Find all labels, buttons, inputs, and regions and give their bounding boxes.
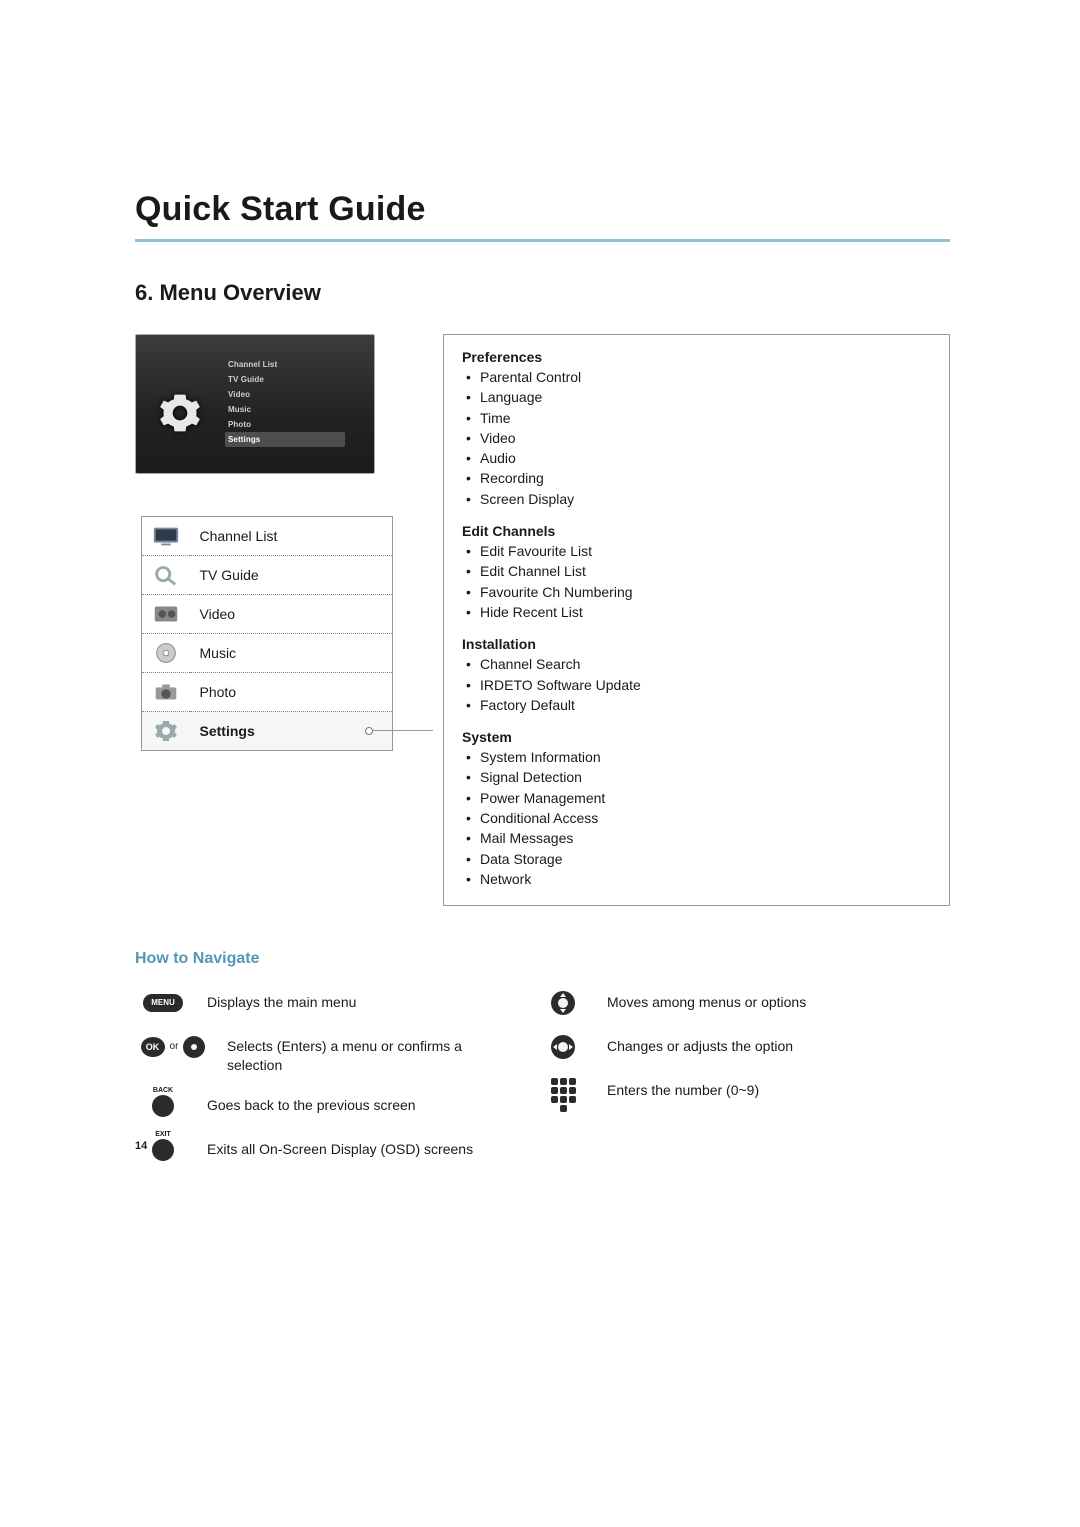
navigate-right-col: Moves among menus or options Changes or … [535, 990, 875, 1181]
nav-desc: Displays the main menu [207, 990, 475, 1012]
exit-button-icon [152, 1139, 174, 1161]
nav-row: Enters the number (0~9) [535, 1078, 875, 1112]
screenshot-menu-list: Channel List TV Guide Video Music Photo … [228, 357, 374, 447]
table-row: Music [142, 634, 393, 673]
search-icon [150, 563, 182, 587]
screenshot-menu-item: Channel List [228, 357, 374, 372]
list-item: System Information [462, 747, 931, 767]
list-item: Language [462, 387, 931, 407]
navigate-left-col: MENU Displays the main menu OK or Select… [135, 990, 475, 1181]
list-item: Signal Detection [462, 767, 931, 787]
group-title: Installation [462, 636, 931, 652]
screenshot-menu-item-selected: Settings [225, 432, 345, 447]
table-row: Channel List [142, 517, 393, 556]
numpad-icon [551, 1078, 576, 1112]
left-column: Channel List TV Guide Video Music Photo … [135, 334, 405, 751]
dpad-vertical-icon [551, 991, 575, 1015]
menu-label: TV Guide [190, 556, 393, 595]
page: Quick Start Guide 6. Menu Overview Chann… [0, 0, 1080, 1181]
list-item: Recording [462, 468, 931, 488]
list-item: Edit Channel List [462, 561, 931, 581]
screenshot-menu-item: Music [228, 402, 374, 417]
gear-icon [158, 391, 202, 435]
nav-desc: Changes or adjusts the option [607, 1034, 875, 1056]
section-heading: 6. Menu Overview [135, 280, 950, 306]
disc-icon [150, 641, 182, 665]
list-item: Network [462, 869, 931, 889]
menu-label-settings: Settings [190, 712, 393, 751]
navigate-grid: MENU Displays the main menu OK or Select… [135, 990, 950, 1181]
list-item: Edit Favourite List [462, 541, 931, 561]
group-list: Edit Favourite List Edit Channel List Fa… [462, 541, 931, 622]
menu-overview: Channel List TV Guide Video Music Photo … [135, 334, 950, 906]
menu-label: Photo [190, 673, 393, 712]
group-list: System Information Signal Detection Powe… [462, 747, 931, 889]
ok-button-icon: OK [141, 1037, 165, 1057]
camera-icon [150, 680, 182, 704]
film-icon [150, 602, 182, 626]
nav-desc: Goes back to the previous screen [207, 1093, 475, 1115]
list-item: Screen Display [462, 489, 931, 509]
gear-icon [150, 719, 182, 743]
list-item: Conditional Access [462, 808, 931, 828]
or-label: or [170, 1040, 179, 1054]
dpad-horizontal-icon [551, 1035, 575, 1059]
list-item: Favourite Ch Numbering [462, 582, 931, 602]
group-list: Parental Control Language Time Video Aud… [462, 367, 931, 509]
list-item: Audio [462, 448, 931, 468]
nav-row: MENU Displays the main menu [135, 990, 475, 1016]
table-row: TV Guide [142, 556, 393, 595]
menu-label: Video [190, 595, 393, 634]
menu-label: Music [190, 634, 393, 673]
nav-row: Goes back to the previous screen [135, 1093, 475, 1119]
back-button-icon [152, 1095, 174, 1117]
nav-row: Moves among menus or options [535, 990, 875, 1016]
group-title: System [462, 729, 931, 745]
page-title: Quick Start Guide [135, 190, 950, 229]
settings-detail-box: Preferences Parental Control Language Ti… [443, 334, 950, 906]
nav-row: Changes or adjusts the option [535, 1034, 875, 1060]
group-list: Channel Search IRDETO Software Update Fa… [462, 654, 931, 715]
menu-table: Channel List TV Guide Video [141, 516, 393, 751]
table-row-settings: Settings [142, 712, 393, 751]
nav-desc: Moves among menus or options [607, 990, 875, 1012]
list-item: Parental Control [462, 367, 931, 387]
nav-desc: Enters the number (0~9) [607, 1078, 875, 1100]
screenshot-menu-item: TV Guide [228, 372, 374, 387]
nav-row: Exits all On-Screen Display (OSD) screen… [135, 1137, 475, 1163]
group-title: Preferences [462, 349, 931, 365]
list-item: Video [462, 428, 931, 448]
menu-button-icon: MENU [143, 994, 183, 1012]
group-title: Edit Channels [462, 523, 931, 539]
list-item: Mail Messages [462, 828, 931, 848]
page-number: 14 [135, 1140, 147, 1181]
screenshot-menu-item: Video [228, 387, 374, 402]
list-item: Factory Default [462, 695, 931, 715]
nav-desc: Selects (Enters) a menu or confirms a se… [227, 1034, 475, 1075]
list-item: Channel Search [462, 654, 931, 674]
menu-label: Channel List [190, 517, 393, 556]
list-item: Hide Recent List [462, 602, 931, 622]
list-item: Time [462, 408, 931, 428]
nav-desc: Exits all On-Screen Display (OSD) screen… [207, 1137, 475, 1159]
screenshot-menu-item: Photo [228, 417, 374, 432]
tv-icon [150, 524, 182, 548]
table-row: Video [142, 595, 393, 634]
menu-screenshot: Channel List TV Guide Video Music Photo … [135, 334, 375, 474]
table-row: Photo [142, 673, 393, 712]
title-rule [135, 239, 950, 242]
center-button-icon [183, 1036, 205, 1058]
nav-row: OK or Selects (Enters) a menu or confirm… [135, 1034, 475, 1075]
how-to-navigate-heading: How to Navigate [135, 950, 950, 968]
list-item: Data Storage [462, 849, 931, 869]
list-item: Power Management [462, 788, 931, 808]
list-item: IRDETO Software Update [462, 675, 931, 695]
